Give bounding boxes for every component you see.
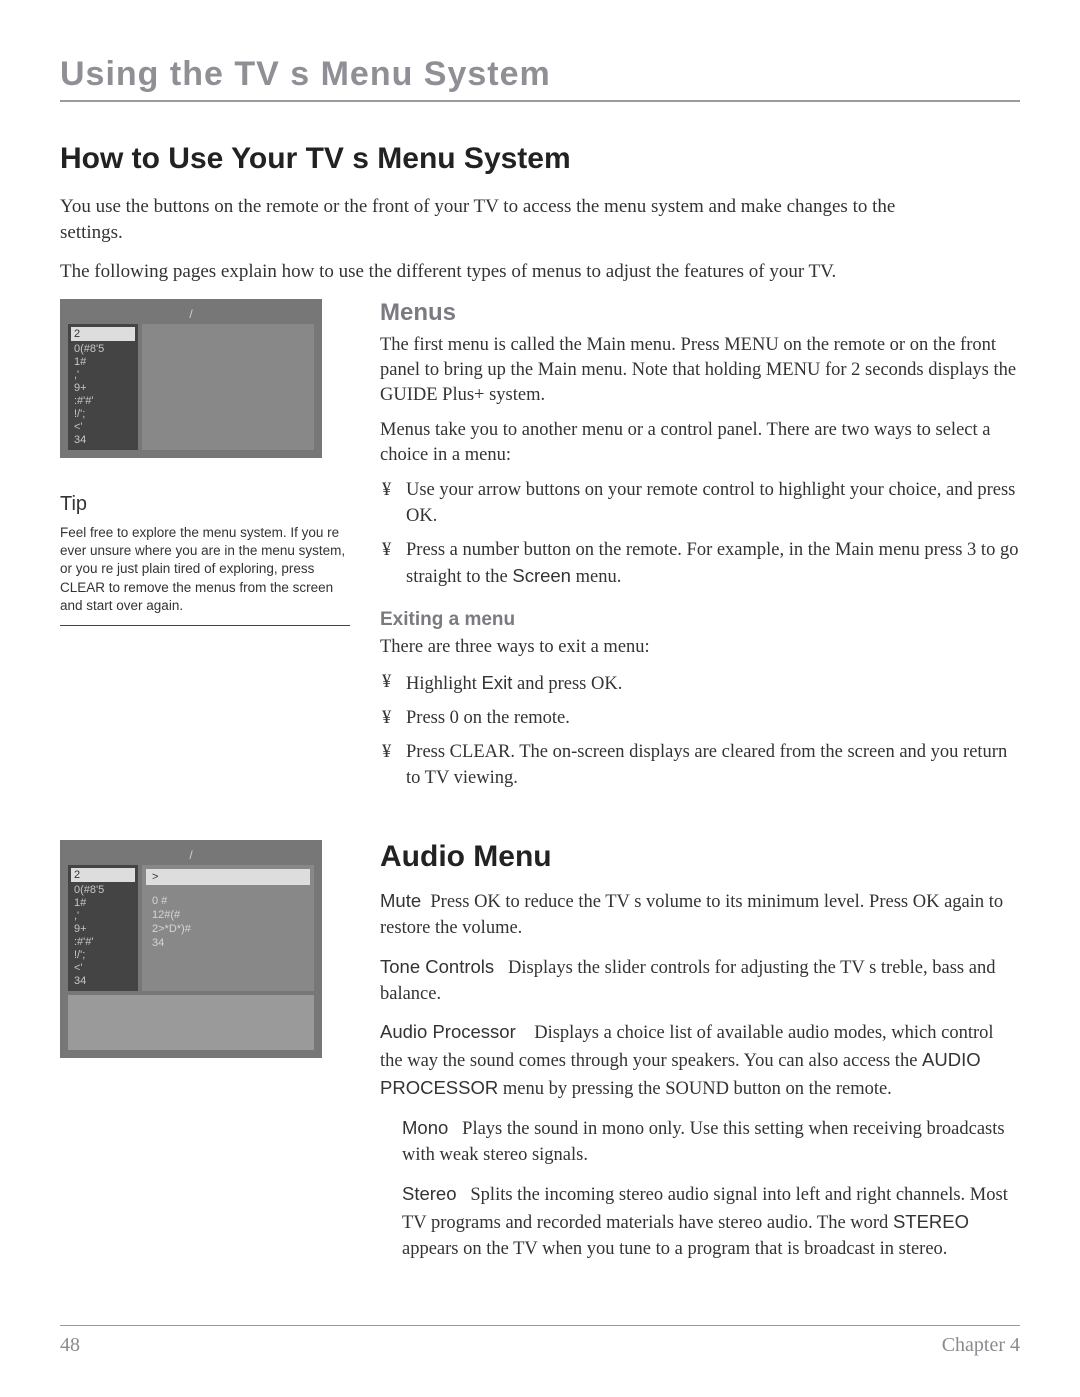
page-number: 48 — [60, 1334, 80, 1357]
submenu-item: 2>*D*)# — [146, 923, 310, 935]
menu-tab: 0(#8'5 — [74, 343, 132, 355]
audio-menu-screenshot: / 2 0(#8'5 1# ,' 9+ :#'#' !/'; <' 34 > — [60, 840, 322, 1058]
menu-tab: 0(#8'5 — [74, 884, 132, 896]
tip-heading: Tip — [60, 493, 350, 516]
tip-rule — [60, 625, 350, 626]
menu-tab: :#'#' — [74, 395, 132, 407]
menu-tab: 34 — [74, 975, 132, 987]
chapter-heading: Using the TV s Menu System — [60, 55, 1020, 94]
menus-p2: Menus take you to another menu or a cont… — [380, 418, 1020, 468]
term-mute: Mute — [380, 890, 421, 911]
menu-tab: 2 — [71, 327, 135, 341]
main-menu-screenshot: / 2 0(#8'5 1# ,' 9+ :#'#' !/'; <' 34 — [60, 299, 322, 458]
submenu-item: 34 — [146, 937, 310, 949]
menu-tab: :#'#' — [74, 936, 132, 948]
menus-bullets: Use your arrow buttons on your remote co… — [380, 478, 1020, 592]
bullet-item: Press a number button on the remote. For… — [380, 538, 1020, 592]
bullet-item: Press 0 on the remote. — [380, 706, 1020, 732]
chapter-label: Chapter 4 — [942, 1334, 1020, 1357]
menu-tab: 9+ — [74, 382, 132, 394]
bullet-item: Highlight Exit and press OK. — [380, 670, 1020, 698]
section-title-howto: How to Use Your TV s Menu System — [60, 142, 1020, 176]
menu-tab: 9+ — [74, 923, 132, 935]
menus-two-column: / 2 0(#8'5 1# ,' 9+ :#'#' !/'; <' 34 — [60, 299, 1020, 800]
menus-heading: Menus — [380, 299, 1020, 327]
menu-tab: <' — [74, 421, 132, 433]
menu-tab: <' — [74, 962, 132, 974]
menus-p1: The first menu is called the Main menu. … — [380, 333, 1020, 408]
term-stereo: Stereo — [402, 1183, 457, 1204]
menu-tab: 34 — [74, 434, 132, 446]
menu-tab: !/'; — [74, 408, 132, 420]
audio-processor: Audio Processor Displays a choice list o… — [380, 1019, 1020, 1103]
term-tone: Tone Controls — [380, 956, 494, 977]
manual-page: Using the TV s Menu System How to Use Yo… — [0, 0, 1080, 1397]
audio-menu-title: Audio Menu — [380, 840, 1020, 874]
exiting-heading: Exiting a menu — [380, 609, 1020, 631]
page-footer: 48 Chapter 4 — [60, 1325, 1020, 1357]
menu-tab: 1# — [74, 897, 132, 909]
menu-tab: ,' — [74, 910, 132, 922]
tip-body: Feel free to explore the menu system. If… — [60, 524, 350, 615]
menu-tabs: 2 0(#8'5 1# ,' 9+ :#'#' !/'; <' 34 — [68, 865, 138, 991]
bullet-item: Use your arrow buttons on your remote co… — [380, 478, 1020, 530]
submenu-item: 12#(# — [146, 909, 310, 921]
audio-mute: Mute Press OK to reduce the TV s volume … — [380, 888, 1020, 942]
submenu-item: 0 # — [146, 895, 310, 907]
intro-paragraph-1: You use the buttons on the remote or the… — [60, 194, 910, 245]
exiting-lead: There are three ways to exit a menu: — [380, 635, 1020, 660]
audio-stereo: Stereo Splits the incoming stereo audio … — [402, 1181, 1020, 1263]
audio-two-column: / 2 0(#8'5 1# ,' 9+ :#'#' !/'; <' 34 > — [60, 840, 1020, 1275]
term-processor: Audio Processor — [380, 1021, 516, 1042]
intro-paragraph-2: The following pages explain how to use t… — [60, 259, 910, 285]
audio-mono: Mono Plays the sound in mono only. Use t… — [402, 1115, 1020, 1169]
bullet-item: Press CLEAR. The on-screen displays are … — [380, 740, 1020, 792]
menu-tab: !/'; — [74, 949, 132, 961]
menu-topbar: / — [68, 307, 314, 321]
menu-tab: 1# — [74, 356, 132, 368]
audio-tone: Tone Controls Displays the slider contro… — [380, 954, 1020, 1008]
intro-block: You use the buttons on the remote or the… — [60, 194, 1020, 285]
menu-tab: ,' — [74, 369, 132, 381]
exit-bullets: Highlight Exit and press OK. Press 0 on … — [380, 670, 1020, 792]
menu-tab: 2 — [71, 868, 135, 882]
submenu-panel — [68, 995, 314, 1050]
term-mono: Mono — [402, 1117, 448, 1138]
header-rule — [60, 100, 1020, 102]
submenu-highlight: > — [146, 869, 310, 885]
menu-topbar: / — [68, 848, 314, 862]
menu-tabs: 2 0(#8'5 1# ,' 9+ :#'#' !/'; <' 34 — [68, 324, 138, 450]
